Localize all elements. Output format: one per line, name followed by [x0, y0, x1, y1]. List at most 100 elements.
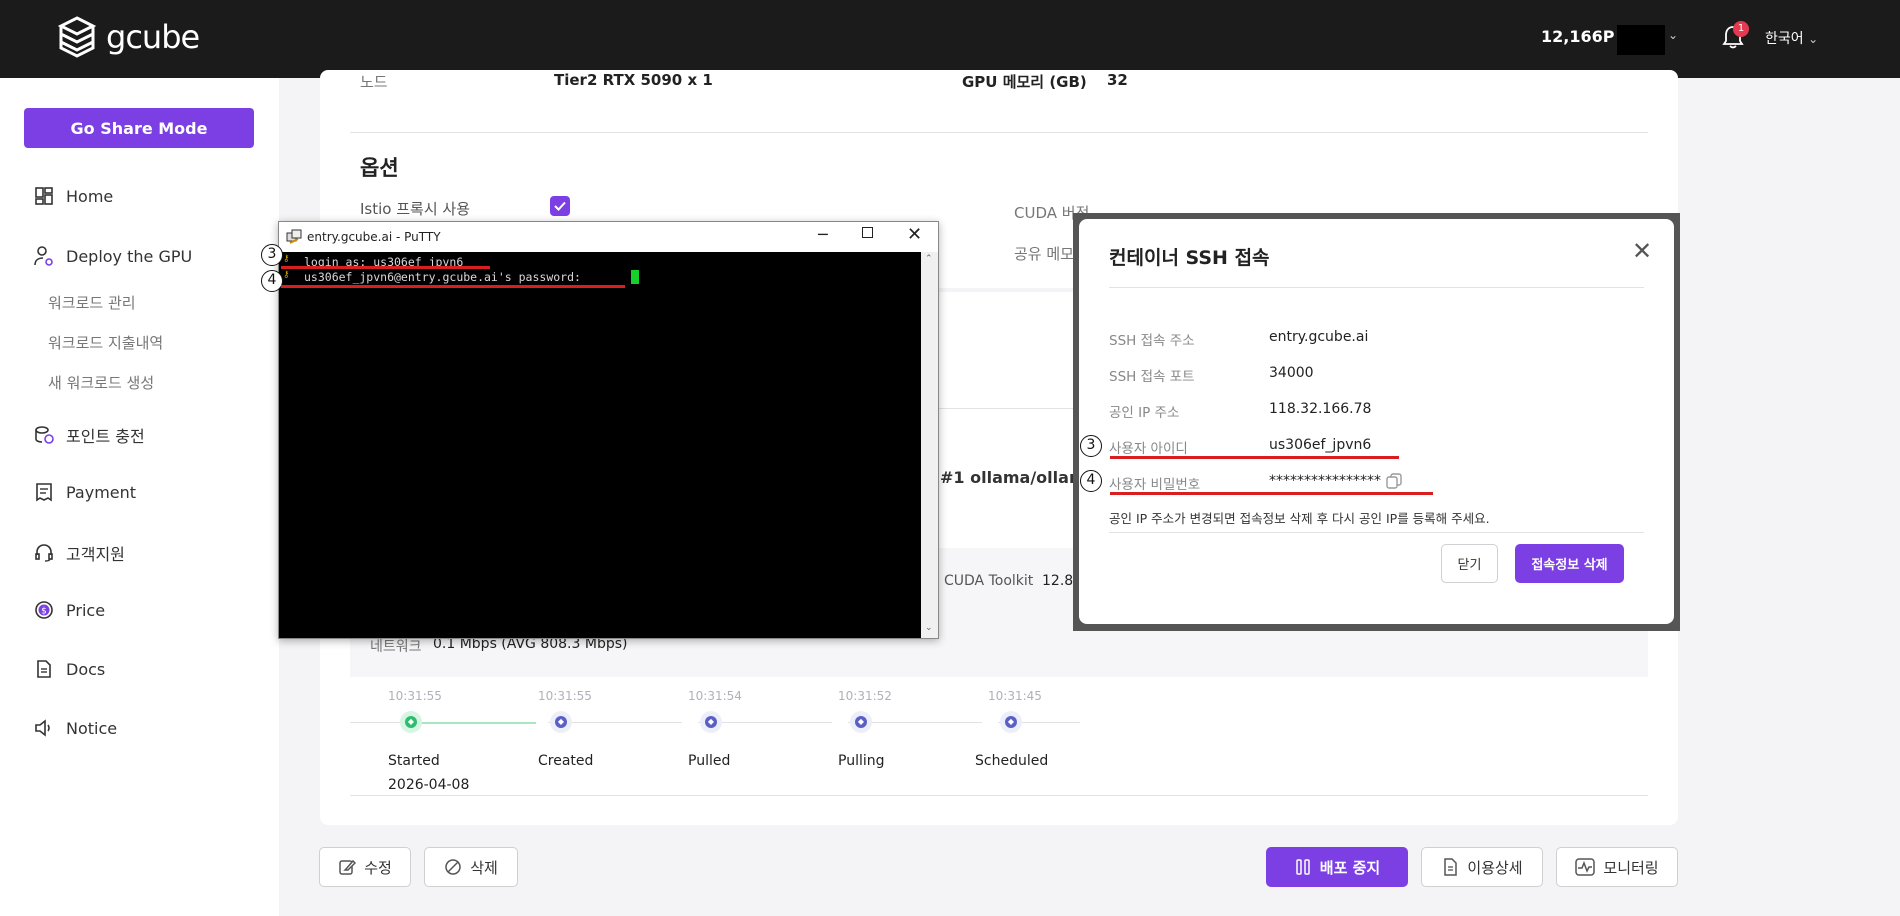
putty-titlebar[interactable]: entry.gcube.ai - PuTTY ─ ✕: [279, 222, 938, 252]
monitoring-label: 모니터링: [1603, 858, 1659, 877]
scroll-up-icon[interactable]: ⌃: [925, 254, 933, 264]
divider: [1109, 532, 1644, 533]
network-label: 네트워크: [370, 639, 422, 655]
password-label: 사용자 비밀번호: [1109, 477, 1201, 493]
sidebar-item-docs[interactable]: Docs: [34, 659, 105, 679]
ssh-port-label: SSH 접속 포트: [1109, 369, 1195, 385]
notification-badge: 1: [1733, 21, 1749, 37]
putty-scrollbar[interactable]: ⌃ ⌄: [921, 252, 938, 638]
callout-3-modal: 3: [1080, 435, 1102, 457]
close-icon[interactable]: ✕: [1632, 237, 1652, 265]
sidebar-item-payment[interactable]: Payment: [34, 482, 136, 502]
key-icon: ⚷: [283, 254, 290, 264]
timeline-time: 10:31:52: [838, 689, 892, 703]
sidebar-item-home[interactable]: Home: [34, 186, 113, 206]
account-menu[interactable]: [1617, 25, 1665, 55]
gpu-memory-value: 32: [1107, 71, 1128, 89]
language-label: 한국어: [1765, 31, 1804, 47]
chevron-down-icon[interactable]: ⌄: [1668, 28, 1678, 42]
putty-app-icon: [286, 229, 302, 244]
istio-checkbox[interactable]: [550, 196, 570, 216]
delete-label: 삭제: [470, 858, 498, 877]
usage-detail-button[interactable]: 이용상세: [1421, 847, 1543, 887]
cube-icon: ◆: [855, 716, 867, 728]
headset-icon: [35, 544, 53, 562]
timeline-label: Created: [538, 753, 594, 769]
delete-button[interactable]: 삭제: [424, 847, 518, 887]
timeline-line: [350, 722, 406, 723]
cube-icon: ◆: [555, 716, 567, 728]
chevron-down-icon: ⌄: [1808, 32, 1819, 46]
sidebar-item-label: Docs: [66, 659, 106, 679]
putty-terminal[interactable]: ⚷ login as: us306ef_jpvn6 ⚷ us306ef_jpvn…: [279, 252, 921, 638]
sidebar-item-label: 포인트 충전: [66, 427, 145, 446]
minimize-icon[interactable]: ─: [818, 225, 828, 244]
timeline-time: 10:31:54: [688, 689, 742, 703]
language-selector[interactable]: 한국어 ⌄: [1765, 28, 1818, 48]
divider: [1109, 287, 1644, 288]
document-icon: [1444, 858, 1458, 876]
sidebar-subitem-workload-expense[interactable]: 워크로드 지출내역: [48, 332, 163, 353]
divider: [350, 795, 1648, 796]
annotation-underline: [1110, 492, 1433, 495]
divider: [350, 132, 1648, 133]
document-icon: [37, 660, 51, 678]
sidebar-item-point-charge[interactable]: 포인트 충전: [34, 423, 145, 447]
delete-connection-button[interactable]: 접속정보 삭제: [1515, 544, 1624, 583]
edit-button[interactable]: 수정: [319, 847, 411, 887]
sidebar-subitem-workload-manage[interactable]: 워크로드 관리: [48, 292, 136, 313]
sidebar-item-deploy-gpu[interactable]: Deploy the GPU: [34, 245, 192, 267]
close-button[interactable]: 닫기: [1441, 544, 1498, 583]
scroll-down-icon[interactable]: ⌄: [925, 623, 933, 633]
timeline-label: Scheduled: [975, 753, 1049, 769]
callout-4-modal: 4: [1080, 470, 1102, 492]
monitoring-button[interactable]: 모니터링: [1556, 847, 1678, 887]
annotation-underline: [281, 285, 625, 288]
brand-name: gcube: [106, 18, 200, 56]
timeline-step-created: ◆: [550, 711, 572, 733]
gpu-memory-label: GPU 메모리 (GB): [962, 73, 1087, 91]
putty-window[interactable]: entry.gcube.ai - PuTTY ─ ✕ ⚷ login as: u…: [278, 221, 939, 639]
modal-title: 컨테이너 SSH 접속: [1109, 247, 1270, 269]
cube-icon: ◆: [705, 716, 717, 728]
sidebar-item-support[interactable]: 고객지원: [34, 541, 125, 565]
top-header: gcube 12,166P ⌄ 1 한국어 ⌄: [0, 0, 1900, 78]
timeline-time: 10:31:55: [388, 689, 442, 703]
edit-icon: [339, 859, 357, 875]
coins-icon: [35, 426, 54, 444]
cube-icon: ◆: [1005, 716, 1017, 728]
stop-deploy-button[interactable]: 배포 중지: [1266, 847, 1408, 887]
node-label: 노드: [360, 73, 388, 91]
sidebar-item-label: 고객지원: [66, 545, 125, 564]
password-value: ****************: [1269, 473, 1381, 489]
logo[interactable]: gcube: [58, 16, 200, 58]
cuda-toolkit-label: CUDA Toolkit: [944, 573, 1034, 589]
speaker-icon: [35, 719, 50, 737]
receipt-icon: [36, 483, 52, 502]
svg-text:$: $: [41, 607, 47, 617]
points-balance: 12,166P: [1541, 27, 1615, 46]
sidebar-item-label: Notice: [66, 718, 118, 738]
timeline-step-pulling: ◆: [850, 711, 872, 733]
callout-3-putty: 3: [261, 244, 283, 266]
timeline-time: 10:31:45: [988, 689, 1042, 703]
user-id-label: 사용자 아이디: [1109, 441, 1188, 457]
maximize-icon[interactable]: [862, 227, 873, 238]
user-gear-icon: [34, 246, 53, 266]
timeline-time: 10:31:55: [538, 689, 592, 703]
annotation-underline: [1110, 456, 1399, 459]
options-title: 옵션: [360, 156, 399, 180]
go-share-mode-button[interactable]: Go Share Mode: [24, 108, 254, 148]
istio-label: Istio 프록시 사용: [360, 200, 471, 218]
copy-icon[interactable]: [1385, 472, 1403, 490]
terminal-line-password: us306ef_jpvn6@entry.gcube.ai's password:: [304, 270, 581, 284]
public-ip-value: 118.32.166.78: [1269, 401, 1372, 417]
close-icon[interactable]: ✕: [907, 224, 922, 245]
ssh-address-value: entry.gcube.ai: [1269, 329, 1369, 345]
stop-deploy-label: 배포 중지: [1319, 858, 1381, 877]
pulse-icon: [1575, 858, 1596, 876]
ssh-port-value: 34000: [1269, 365, 1314, 381]
sidebar-item-notice[interactable]: Notice: [34, 718, 117, 738]
sidebar-item-price[interactable]: $ Price: [34, 600, 105, 620]
sidebar-subitem-new-workload[interactable]: 새 워크로드 생성: [48, 372, 154, 393]
